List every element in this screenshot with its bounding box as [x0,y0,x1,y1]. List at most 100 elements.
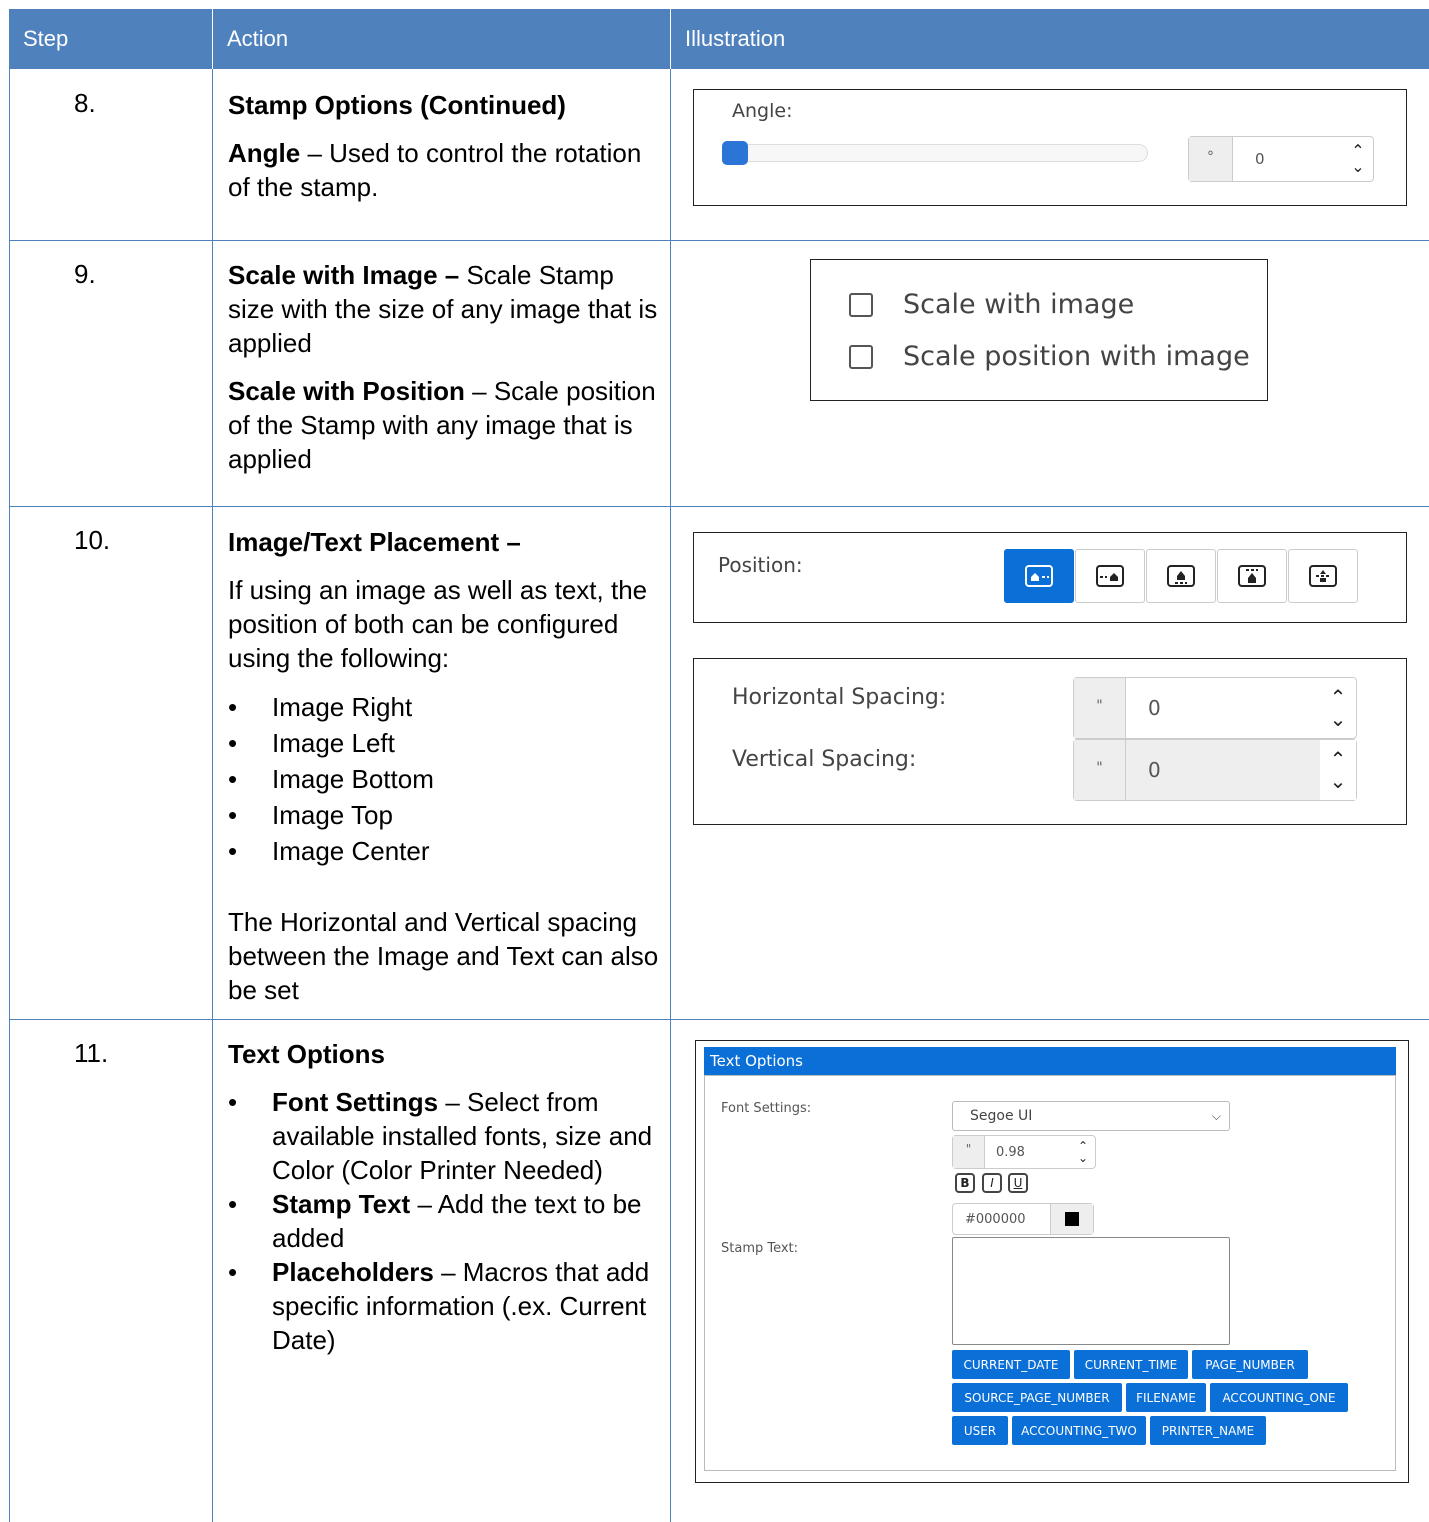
image-bottom-icon [1167,565,1195,587]
text-options-list: Font Settings – Select from available in… [228,1085,664,1357]
chevron-down-icon: ⌵ [1211,1108,1221,1123]
font-select-value: Segoe UI [970,1108,1033,1124]
scale-with-image-checkbox[interactable] [849,292,873,317]
checkbox-label: Scale position with image [903,341,1250,372]
list-item: Image Bottom [228,761,664,797]
term: Font Settings [272,1087,439,1117]
step-number: 8. [74,88,96,118]
chevron-down-icon[interactable]: ⌄ [1330,770,1347,792]
vertical-spinner[interactable]: ⌃ ⌄ [1320,740,1356,800]
step-number: 9. [74,259,96,289]
step-action: Stamp Options (Continued) Angle – Used t… [228,88,658,218]
placeholder-button[interactable]: ACCOUNTING_TWO [1012,1416,1146,1445]
row-divider [9,506,1429,507]
horizontal-spacing-input[interactable]: " 0 ⌃ ⌄ [1073,677,1357,739]
placement-list: Image Right Image Left Image Bottom Imag… [228,689,664,869]
term: Placeholders [272,1257,434,1287]
color-swatch-fill [1065,1212,1079,1226]
instruction-table: Step Action Illustration 8. Stamp Option… [9,9,1429,1522]
font-size-spinner[interactable]: ⌃ ⌄ [1071,1136,1095,1168]
spacing-illustration: Horizontal Spacing: Vertical Spacing: " … [693,658,1407,825]
scale-position-option[interactable]: Scale position with image [849,341,1250,372]
horizontal-spacing-value[interactable]: 0 [1126,678,1320,738]
list-item: Image Left [228,725,664,761]
angle-spinner[interactable]: ⌃ ⌄ [1343,137,1373,181]
list-item: Placeholders – Macros that add specific … [228,1255,664,1357]
image-center-button[interactable] [1288,549,1358,603]
step-action: Text Options Font Settings – Select from… [228,1037,664,1357]
image-right-icon [1096,565,1124,587]
image-left-button[interactable] [1004,549,1074,603]
image-top-button[interactable] [1217,549,1287,603]
stamp-text-input[interactable] [952,1237,1230,1345]
angle-value[interactable]: 0 [1233,137,1343,181]
placeholder-button[interactable]: CURRENT_TIME [1074,1350,1188,1379]
inch-unit: " [1074,740,1126,800]
intro-text: If using an image as well as text, the p… [228,575,648,673]
position-label: Position: [718,553,803,577]
scale-illustration: Scale with image Scale position with ima… [810,259,1268,401]
inch-unit: " [953,1136,985,1168]
vertical-spacing-input[interactable]: " 0 ⌃ ⌄ [1073,739,1357,801]
list-item: Image Center [228,833,664,869]
font-size-value[interactable]: 0.98 [985,1136,1071,1168]
column-divider [670,69,671,1522]
underline-button[interactable]: U [1008,1173,1028,1193]
header-action: Action [213,9,670,69]
vertical-spacing-value[interactable]: 0 [1126,740,1320,800]
image-center-icon [1309,565,1337,587]
stamp-text-label: Stamp Text: [721,1241,799,1256]
list-item: Font Settings – Select from available in… [228,1085,664,1187]
chevron-up-icon[interactable]: ⌃ [1330,748,1347,770]
image-bottom-button[interactable] [1146,549,1216,603]
step-number: 11. [74,1038,109,1068]
row-divider [9,240,1429,241]
position-illustration: Position: [693,532,1407,623]
image-left-icon [1025,565,1053,587]
chevron-down-icon[interactable]: ⌄ [1078,1152,1088,1164]
column-divider [212,69,213,1522]
horizontal-spinner[interactable]: ⌃ ⌄ [1320,678,1356,738]
placeholder-button[interactable]: PAGE_NUMBER [1192,1350,1308,1379]
color-value[interactable]: #000000 [953,1204,1051,1234]
bold-button[interactable]: B [955,1173,975,1193]
header-illustration: Illustration [671,9,1429,69]
step-title: Image/Text Placement – [228,527,521,557]
color-swatch[interactable] [1051,1204,1093,1234]
step-number: 10. [74,525,111,555]
angle-input[interactable]: ° 0 ⌃ ⌄ [1188,136,1374,182]
chevron-down-icon[interactable]: ⌄ [1330,708,1347,730]
step-title: Text Options [228,1039,385,1069]
italic-button[interactable]: I [982,1173,1002,1193]
vertical-spacing-label: Vertical Spacing: [732,747,917,772]
placeholder-button[interactable]: USER [952,1416,1008,1445]
font-settings-label: Font Settings: [721,1101,812,1116]
degree-unit: ° [1189,137,1233,181]
inch-unit: " [1074,678,1126,738]
placeholder-button[interactable]: SOURCE_PAGE_NUMBER [952,1383,1122,1412]
placeholder-button[interactable]: PRINTER_NAME [1150,1416,1266,1445]
scale-with-image-option[interactable]: Scale with image [849,289,1134,320]
placeholder-button[interactable]: ACCOUNTING_ONE [1210,1383,1348,1412]
angle-slider-handle[interactable] [722,141,748,165]
image-top-icon [1238,565,1266,587]
chevron-up-icon[interactable]: ⌃ [1330,686,1347,708]
placeholder-button[interactable]: CURRENT_DATE [952,1350,1070,1379]
chevron-down-icon[interactable]: ⌄ [1351,159,1364,175]
term: Stamp Text [272,1189,411,1219]
color-input[interactable]: #000000 [952,1203,1094,1235]
angle-illustration: Angle: ° 0 ⌃ ⌄ [693,89,1407,206]
image-right-button[interactable] [1075,549,1145,603]
outro-text: The Horizontal and Vertical spacing betw… [228,907,659,1005]
font-size-input[interactable]: " 0.98 ⌃ ⌄ [952,1135,1096,1169]
font-select[interactable]: Segoe UI ⌵ [952,1101,1230,1131]
placeholder-button[interactable]: FILENAME [1126,1383,1206,1412]
step-action: Scale with Image – Scale Stamp size with… [228,258,658,490]
panel-title: Text Options [704,1047,1396,1075]
term: Angle [228,138,301,168]
angle-label: Angle: [732,100,793,122]
scale-position-checkbox[interactable] [849,344,873,369]
header-step: Step [9,9,212,69]
checkbox-label: Scale with image [903,289,1135,320]
angle-slider[interactable] [728,144,1148,162]
